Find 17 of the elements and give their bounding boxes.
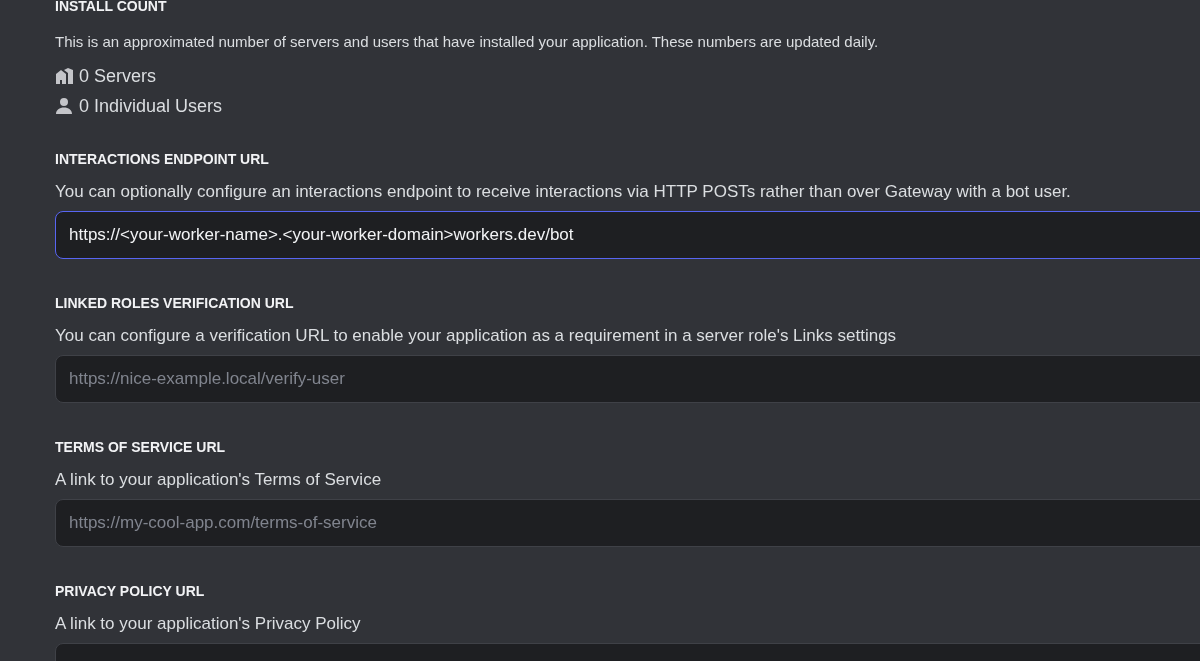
section-description: You can configure a verification URL to enable your application as a requirement in a server role's Links settings <box>55 325 898 347</box>
url-input-field[interactable]: https://<your-worker-name>.<your-worker-domain>workers.dev/bot <box>55 211 1200 259</box>
url-input-field[interactable]: https://my-cool-app.com/terms-of-service <box>55 499 1200 547</box>
section-description: You can optionally configure an interactions endpoint to receive interactions via HTTP POSTs rather than over Gateway with a bot user. <box>55 181 1072 203</box>
install-stat: 0 Servers <box>79 66 157 86</box>
section-description: A link to your application's Terms of Service <box>55 469 383 491</box>
section-heading: PRIVACY POLICY URL <box>55 582 206 600</box>
section-heading: TERMS OF SERVICE URL <box>55 438 227 456</box>
person-icon <box>55 98 73 114</box>
section-heading: LINKED ROLES VERIFICATION URL <box>55 294 295 312</box>
url-input-field[interactable]: https://nice-example.local/verify-user <box>55 355 1200 403</box>
section-heading: INSTALL COUNT <box>55 0 168 15</box>
section-description: This is an approximated number of servers and users that have installed your application. These numbers are updated daily. <box>55 32 880 52</box>
install-stat: 0 Individual Users <box>79 96 223 116</box>
section-description: A link to your application's Privacy Policy <box>55 613 362 635</box>
section-heading: INTERACTIONS ENDPOINT URL <box>55 150 270 168</box>
buildings-icon <box>55 68 73 84</box>
